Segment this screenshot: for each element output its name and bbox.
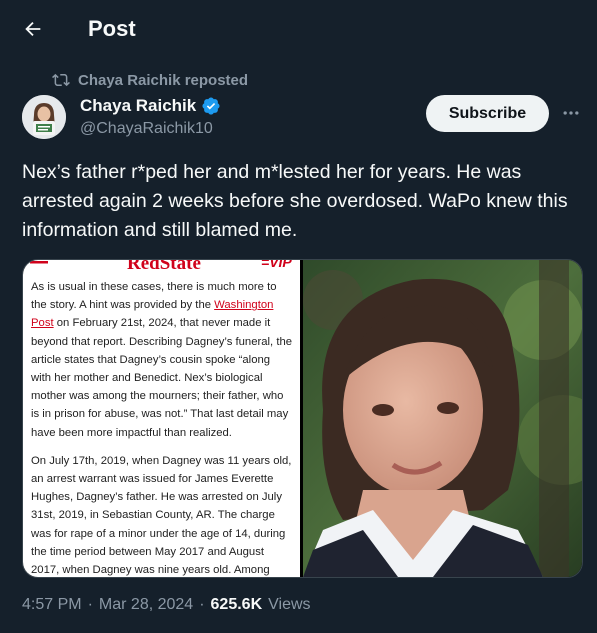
avatar[interactable]	[22, 95, 66, 139]
vip-text: VIP	[269, 260, 292, 270]
subscribe-button[interactable]: Subscribe	[426, 95, 549, 132]
menu-icon	[30, 261, 48, 264]
article-p1-end: on February 21st, 2024, that never made …	[31, 317, 293, 439]
more-options-button[interactable]	[558, 100, 584, 126]
media-container[interactable]: RedState =VIP As is usual in these cases…	[22, 259, 583, 578]
author-name[interactable]: Chaya Raichik	[80, 96, 221, 116]
article-screenshot[interactable]: RedState =VIP As is usual in these cases…	[23, 260, 300, 577]
article-body: As is usual in these cases, there is muc…	[31, 278, 293, 577]
portrait-image	[303, 260, 582, 577]
author-handle[interactable]: @ChayaRaichik10	[80, 120, 213, 138]
article-logo: RedState	[127, 260, 201, 274]
repost-text: Chaya Raichik reposted	[78, 71, 249, 89]
arrow-left-icon	[25, 21, 41, 37]
tweet-text: Nex’s father r*ped her and m*lested her …	[22, 161, 568, 241]
repost-icon	[52, 73, 70, 87]
views-count: 625.6K	[210, 596, 263, 613]
tweet-meta: 4:57 PM · Mar 28, 2024 · 625.6K Views	[22, 596, 311, 614]
avatar-image	[22, 95, 66, 139]
back-button[interactable]	[16, 12, 50, 46]
repost-indicator[interactable]: Chaya Raichik reposted	[52, 70, 248, 90]
meta-separator-2: ·	[199, 596, 205, 613]
tweet-time[interactable]: 4:57 PM	[22, 596, 82, 614]
author-name-text: Chaya Raichik	[80, 96, 197, 115]
vip-badge: =VIP	[261, 260, 292, 270]
tweet-date[interactable]: Mar 28, 2024	[99, 596, 193, 614]
views-label: Views	[268, 596, 311, 613]
top-bar: Post	[0, 0, 597, 60]
verified-badge-icon	[202, 97, 220, 115]
photo[interactable]	[303, 260, 582, 577]
meta-separator: ·	[87, 596, 93, 613]
article-paragraph-2: On July 17th, 2019, when Dagney was 11 y…	[31, 454, 292, 577]
article-paragraph-1: As is usual in these cases, there is muc…	[31, 278, 293, 442]
page-title: Post	[88, 16, 136, 41]
article-header: RedState =VIP	[23, 260, 300, 274]
vip-dash: =	[261, 260, 270, 270]
more-horizontal-icon	[563, 111, 579, 115]
